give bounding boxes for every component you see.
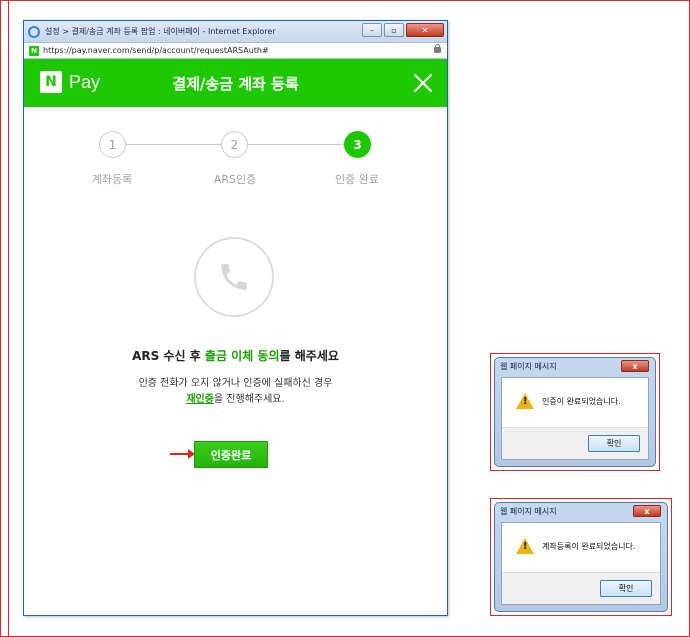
browser-window: 설정 > 결제/송금 계좌 등록 팝업 : 네이버페이 - Internet E… xyxy=(23,20,448,616)
dialog-message: 인증이 완료되었습니다. xyxy=(542,396,621,406)
ie-icon xyxy=(28,25,40,38)
step-3-circle: 3 xyxy=(344,131,371,158)
auth-complete-button[interactable]: 인증완료 xyxy=(194,441,268,468)
instruction-prefix: ARS 수신 후 xyxy=(132,349,205,363)
dialog-content: 계좌등록이 완료되었습니다. xyxy=(502,523,660,569)
dialog-ok-button[interactable]: 확인 xyxy=(588,435,640,452)
warning-icon xyxy=(516,538,534,554)
step-connector xyxy=(125,144,221,145)
browser-titlebar[interactable]: 설정 > 결제/송금 계좌 등록 팝업 : 네이버페이 - Internet E… xyxy=(24,21,447,43)
npay-logo: N Pay xyxy=(40,71,100,93)
step-connector xyxy=(248,144,344,145)
dialog-ok-button[interactable]: 확인 xyxy=(600,580,652,597)
naver-n-icon: N xyxy=(40,71,62,93)
instruction-suffix: 를 해주세요 xyxy=(279,349,339,363)
phone-handset-icon xyxy=(221,264,247,290)
instruction-highlight: 출금 이체 동의 xyxy=(204,349,280,363)
address-bar[interactable]: N https://pay.naver.com/send/p/account/r… xyxy=(24,43,447,59)
reauth-link[interactable]: 재인증 xyxy=(186,394,214,405)
dialog-auth-complete-frame: 웹 페이지 메시지 x 인증이 완료되었습니다. 확인 xyxy=(490,353,660,471)
dialog-title: 웹 페이지 메시지 xyxy=(500,507,557,516)
minimize-button[interactable]: – xyxy=(362,23,382,37)
subtext-line-2-suffix: 을 진행해주세요. xyxy=(213,394,285,405)
npay-header: N Pay 결제/송금 계좌 등록 xyxy=(24,59,447,107)
annotation-rule xyxy=(8,0,9,637)
dialog-account-registered-frame: 웹 페이지 메시지 x 계좌등록이 완료되었습니다. 확인 xyxy=(490,498,672,616)
instruction-subtext: 인증 전화가 오지 않거나 인증에 실패하신 경우 재인증을 진행해주세요. xyxy=(24,376,447,408)
dialog-footer: 확인 xyxy=(502,572,660,604)
subtext-line-1: 인증 전화가 오지 않거나 인증에 실패하신 경우 xyxy=(138,378,333,389)
dialog-message: 계좌등록이 완료되었습니다. xyxy=(542,541,636,551)
step-1-label: 계좌등록 xyxy=(91,173,133,186)
close-icon[interactable] xyxy=(411,71,435,95)
pay-wordmark: Pay xyxy=(69,71,101,92)
dialog-footer: 확인 xyxy=(502,427,648,459)
url-text[interactable]: https://pay.naver.com/send/p/account/req… xyxy=(43,46,269,55)
message-dialog: 웹 페이지 메시지 x 계좌등록이 완료되었습니다. 확인 xyxy=(494,502,668,612)
window-controls: – ▫ ✕ xyxy=(362,23,444,37)
step-1-circle: 1 xyxy=(99,131,126,158)
subtext-line-2: 재인증을 진행해주세요. xyxy=(24,392,447,408)
warning-icon xyxy=(516,393,534,409)
dialog-body: 계좌등록이 완료되었습니다. 확인 xyxy=(501,522,661,605)
lock-icon[interactable] xyxy=(434,44,441,53)
dialog-content: 인증이 완료되었습니다. xyxy=(502,378,648,424)
close-window-button[interactable]: ✕ xyxy=(406,23,444,37)
dialog-body: 인증이 완료되었습니다. 확인 xyxy=(501,377,649,460)
progress-stepper: 1 2 3 계좌등록 ARS인증 인증 완료 xyxy=(24,107,447,197)
maximize-button[interactable]: ▫ xyxy=(384,23,404,37)
instruction-heading: ARS 수신 후 출금 이체 동의를 해주세요 xyxy=(24,347,447,364)
step-2-circle: 2 xyxy=(221,131,248,158)
dialog-title: 웹 페이지 메시지 xyxy=(500,362,557,371)
step-3-label: 인증 완료 xyxy=(335,173,379,186)
dialog-close-button[interactable]: x xyxy=(633,505,661,517)
phone-icon xyxy=(194,237,274,317)
naver-favicon-icon: N xyxy=(29,45,39,56)
message-dialog: 웹 페이지 메시지 x 인증이 완료되었습니다. 확인 xyxy=(494,357,656,467)
step-2-label: ARS인증 xyxy=(213,173,257,186)
dialog-close-button[interactable]: x xyxy=(621,360,649,372)
annotation-arrow xyxy=(170,449,195,459)
page-title: 결제/송금 계좌 등록 xyxy=(172,74,299,93)
browser-title: 설정 > 결제/송금 계좌 등록 팝업 : 네이버페이 - Internet E… xyxy=(45,27,276,36)
